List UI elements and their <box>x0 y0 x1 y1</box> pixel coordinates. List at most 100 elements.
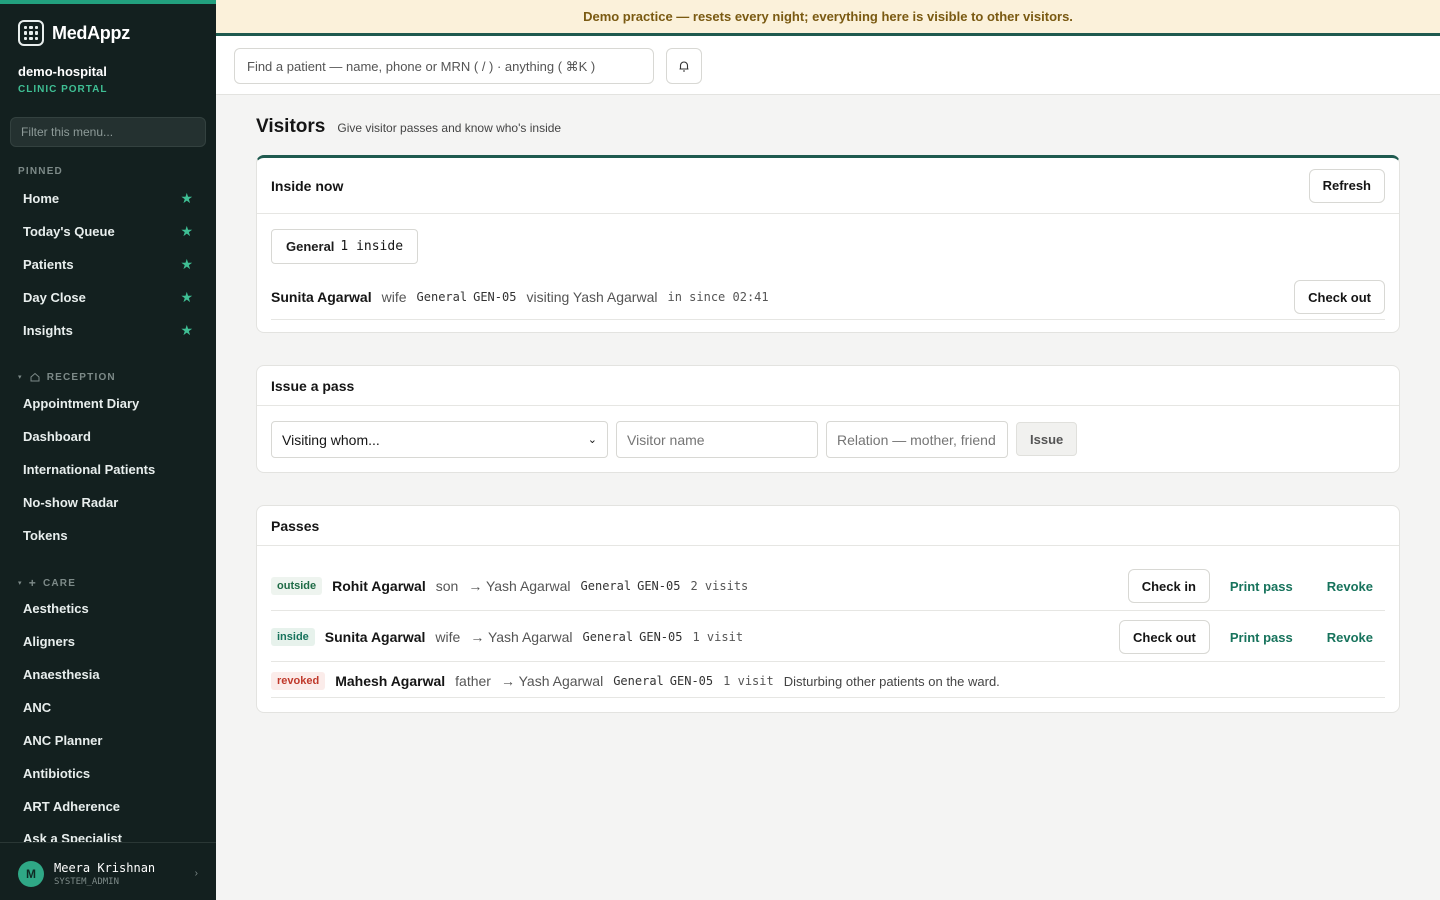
user-menu[interactable]: M Meera Krishnan SYSTEM_ADMIN › <box>0 842 216 900</box>
star-icon[interactable]: ★ <box>180 322 193 339</box>
star-icon[interactable]: ★ <box>180 256 193 273</box>
sidebar-item-day-close[interactable]: Day Close ★ <box>10 282 206 312</box>
brand[interactable]: MedAppz <box>18 20 130 46</box>
app-logo-icon <box>18 20 44 46</box>
visitor-relation: wife <box>381 289 407 305</box>
star-icon[interactable]: ★ <box>180 289 193 306</box>
bed-code: GEN-05 <box>639 630 683 644</box>
reception-section-toggle[interactable]: ▾ RECEPTION <box>18 371 116 383</box>
sidebar-item-patients[interactable]: Patients ★ <box>10 249 206 279</box>
avatar: M <box>18 860 44 887</box>
user-name: Meera Krishnan <box>54 860 156 875</box>
chevron-right-icon: › <box>194 868 198 879</box>
sidebar-item-anc[interactable]: ANC <box>10 692 206 722</box>
sidebar-item-appointment-diary[interactable]: Appointment Diary <box>10 388 206 418</box>
sidebar-item-aligners[interactable]: Aligners <box>10 626 206 656</box>
status-badge: inside <box>271 628 315 646</box>
sidebar-item-label: Antibiotics <box>23 765 91 781</box>
bell-icon <box>679 61 689 72</box>
sidebar-item-home[interactable]: Home ★ <box>10 183 206 213</box>
sidebar-item-dashboard[interactable]: Dashboard <box>10 421 206 451</box>
chevron-down-icon: ▾ <box>18 374 23 381</box>
page-title: Visitors <box>256 116 326 137</box>
sidebar-item-todays-queue[interactable]: Today's Queue ★ <box>10 216 206 246</box>
ward-name: General <box>582 630 634 644</box>
print-pass-link[interactable]: Print pass <box>1218 630 1305 645</box>
ward-chip[interactable]: General 1 inside <box>271 229 419 264</box>
tenant-subtitle: CLINIC PORTAL <box>18 84 108 95</box>
sidebar-item-insights[interactable]: Insights ★ <box>10 315 206 345</box>
check-out-button[interactable]: Check out <box>1294 280 1385 314</box>
status-badge: revoked <box>271 672 326 690</box>
visit-count: 1 visit <box>692 630 744 644</box>
chevron-down-icon: ▾ <box>18 580 23 587</box>
revoke-link[interactable]: Revoke <box>1315 630 1385 645</box>
star-icon[interactable]: ★ <box>180 223 193 240</box>
pinned-section-label: PINNED <box>18 166 63 177</box>
tenant-name: demo-hospital <box>18 64 107 79</box>
sidebar-item-anc-planner[interactable]: ANC Planner <box>10 725 206 755</box>
bed-code: GEN-05 <box>637 579 681 593</box>
star-icon[interactable]: ★ <box>180 190 193 207</box>
visit-count: 2 visits <box>690 579 749 593</box>
sidebar-item-art-adherence[interactable]: ART Adherence <box>10 791 206 821</box>
patient-name: → Yash Agarwal <box>468 578 571 594</box>
visitor-name: Sunita Agarwal <box>324 629 426 645</box>
check-in-button[interactable]: Check in <box>1127 569 1210 603</box>
sidebar-item-label: No-show Radar <box>23 494 119 510</box>
ward-chip-count: 1 inside <box>340 239 404 254</box>
home-icon <box>30 372 40 382</box>
visiting-whom-select[interactable]: Visiting whom... ⌄ <box>271 421 608 458</box>
patient-name: → Yash Agarwal <box>500 673 604 689</box>
menu-filter-input[interactable] <box>10 117 206 147</box>
ward-name: General <box>580 579 632 593</box>
sidebar-item-label: ANC <box>23 699 52 715</box>
demo-banner: Demo practice — resets every night; ever… <box>216 0 1440 36</box>
sidebar-item-label: Appointment Diary <box>23 395 140 411</box>
sidebar-item-label: ART Adherence <box>23 798 121 814</box>
pass-row: inside Sunita Agarwal wife → Yash Agarwa… <box>271 619 1385 655</box>
print-pass-link[interactable]: Print pass <box>1218 579 1305 594</box>
divider <box>271 697 1385 698</box>
pass-row: outside Rohit Agarwal son → Yash Agarwal… <box>271 568 1385 604</box>
sidebar-item-no-show-radar[interactable]: No-show Radar <box>10 487 206 517</box>
sidebar-item-antibiotics[interactable]: Antibiotics <box>10 758 206 788</box>
chevron-down-icon: ⌄ <box>587 434 597 446</box>
sidebar-item-label: Aesthetics <box>23 600 89 616</box>
card-title: Issue a pass <box>271 377 355 394</box>
divider <box>271 319 1385 320</box>
check-out-button[interactable]: Check out <box>1119 620 1210 654</box>
card-title: Passes <box>271 517 320 534</box>
visit-count: 1 visit <box>723 674 774 688</box>
ward-name: General <box>416 290 468 304</box>
visitor-relation: father <box>455 673 491 689</box>
issue-button[interactable]: Issue <box>1016 422 1078 456</box>
select-value: Visiting whom... <box>282 431 380 448</box>
sidebar-item-anaesthesia[interactable]: Anaesthesia <box>10 659 206 689</box>
issue-pass-card: Issue a pass Visiting whom... ⌄ Issue <box>256 365 1400 473</box>
patient-search-input[interactable] <box>234 48 654 84</box>
sidebar-item-ask-a-specialist[interactable]: Ask a Specialist <box>10 824 206 842</box>
sidebar-item-label: Aligners <box>23 633 76 649</box>
in-since-time: in since 02:41 <box>667 290 769 304</box>
pass-row: revoked Mahesh Agarwal father → Yash Aga… <box>271 668 1385 694</box>
visitor-name-input[interactable] <box>616 421 818 458</box>
sidebar-item-international-patients[interactable]: International Patients <box>10 454 206 484</box>
sidebar-item-aesthetics[interactable]: Aesthetics <box>10 593 206 623</box>
revoke-reason: Disturbing other patients on the ward. <box>783 673 1000 689</box>
relation-input[interactable] <box>826 421 1008 458</box>
inside-now-card: Inside now Refresh General 1 inside Suni… <box>256 155 1400 333</box>
page-header: Visitors Give visitor passes and know wh… <box>256 116 561 138</box>
notifications-button[interactable] <box>666 48 702 84</box>
sidebar-item-label: Day Close <box>23 289 86 305</box>
refresh-button[interactable]: Refresh <box>1308 168 1385 203</box>
visitor-relation: wife <box>435 629 461 645</box>
revoke-link[interactable]: Revoke <box>1315 579 1385 594</box>
user-role: SYSTEM_ADMIN <box>54 876 120 887</box>
page-subtitle: Give visitor passes and know who's insid… <box>337 121 562 135</box>
sidebar-item-tokens[interactable]: Tokens <box>10 520 206 550</box>
sidebar-item-label: International Patients <box>23 461 156 477</box>
visiting-patient: visiting Yash Agarwal <box>526 289 658 305</box>
care-section-toggle[interactable]: ▾ + CARE <box>18 576 76 590</box>
sidebar-item-label: ANC Planner <box>23 732 103 748</box>
